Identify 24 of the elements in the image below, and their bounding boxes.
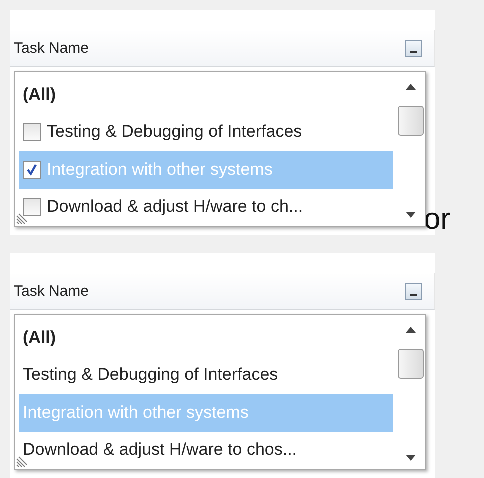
list-item[interactable]: Testing & Debugging of Interfaces [19, 356, 393, 394]
filter-button[interactable] [405, 40, 422, 56]
scroll-down-icon[interactable] [406, 212, 416, 218]
scroll-down-icon[interactable] [406, 455, 416, 461]
scroll-up-icon[interactable] [406, 84, 416, 90]
scrollbar-thumb[interactable] [398, 349, 424, 379]
list-item[interactable]: (All) [19, 76, 393, 114]
list-item[interactable]: Download & adjust H/ware to chos... [19, 432, 393, 469]
filter-button[interactable] [405, 282, 422, 300]
checkbox[interactable] [23, 160, 41, 179]
list-item[interactable]: Testing & Debugging of Interfaces [19, 114, 393, 151]
resize-grip-icon[interactable] [16, 213, 28, 225]
scroll-up-icon[interactable] [406, 327, 416, 333]
separator-text: or [424, 205, 451, 235]
list-item[interactable]: Download & adjust H/ware to ch... [19, 188, 393, 226]
checkbox[interactable] [23, 198, 41, 216]
column-header[interactable]: Task Name [10, 30, 435, 67]
resize-grip-icon[interactable] [16, 456, 28, 468]
list-item[interactable]: (All) [19, 319, 393, 356]
checkbox[interactable] [23, 123, 41, 142]
column-header[interactable]: Task Name [10, 273, 435, 310]
column-title: Task Name [14, 282, 90, 300]
column-title: Task Name [14, 40, 90, 56]
scrollbar-thumb[interactable] [398, 106, 424, 136]
